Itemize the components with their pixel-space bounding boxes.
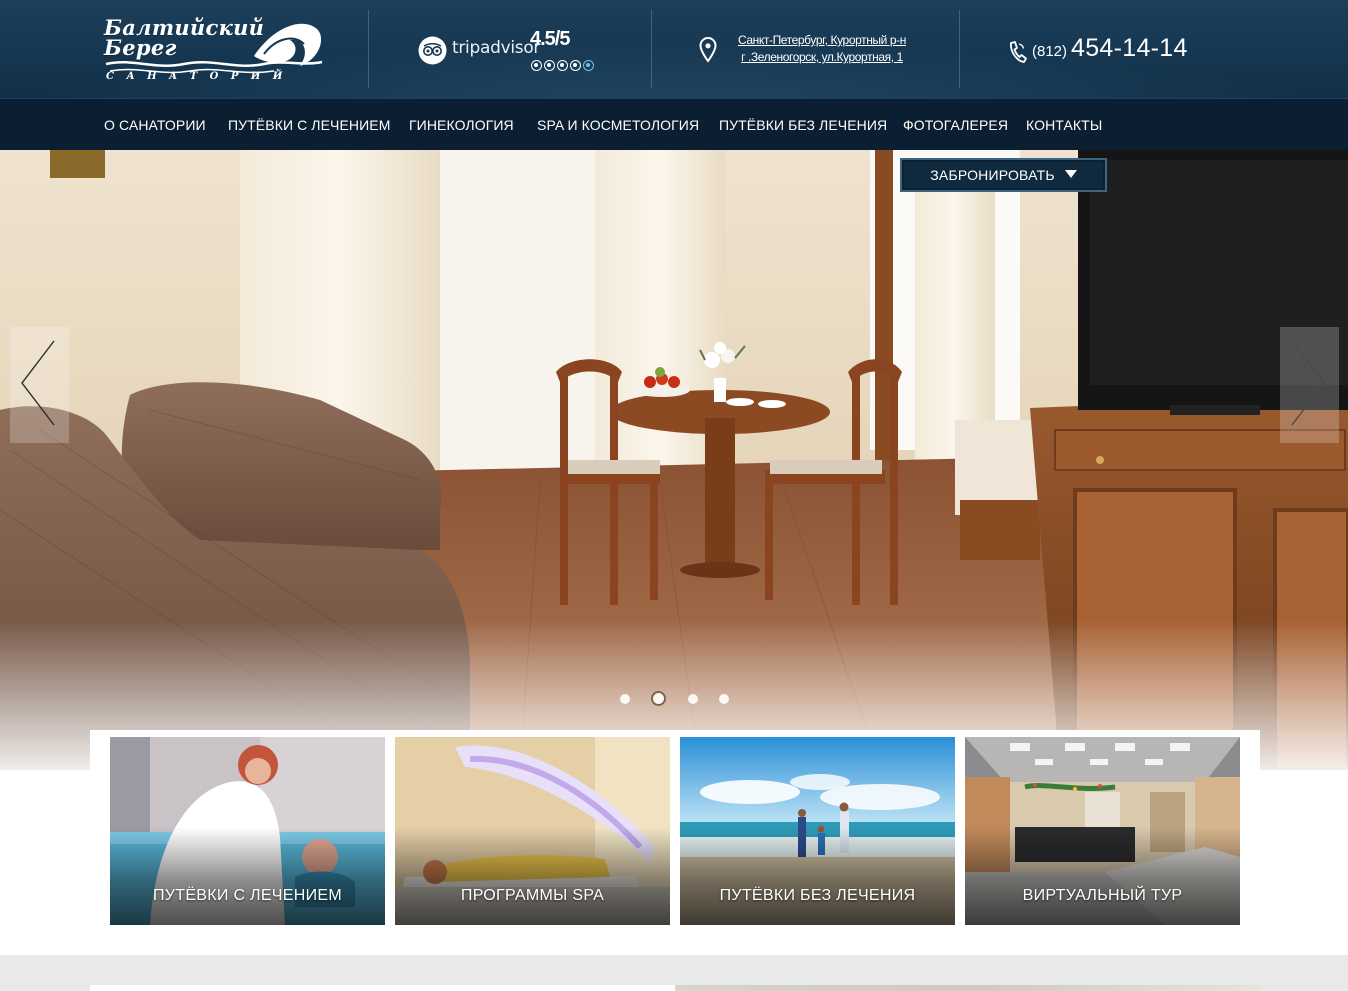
header-divider bbox=[651, 10, 652, 88]
phone-icon bbox=[1010, 41, 1027, 63]
card-shade bbox=[965, 827, 1240, 925]
main-nav: О САНАТОРИИ ПУТЁВКИ С ЛЕЧЕНИЕМ ГИНЕКОЛОГ… bbox=[0, 98, 1348, 150]
card-label: ВИРТУАЛЬНЫЙ ТУР bbox=[1022, 887, 1183, 904]
site-header: Балтийский Берег САНАТОРИЙ tripadvisor 4… bbox=[0, 0, 1348, 98]
card-shade bbox=[395, 827, 670, 925]
phone-number[interactable]: 454-14-14 bbox=[1071, 34, 1188, 63]
rating-dot bbox=[531, 60, 542, 71]
card-shade bbox=[680, 827, 955, 925]
tripadvisor-rating-dots bbox=[531, 60, 594, 71]
slider-dot[interactable] bbox=[688, 694, 698, 704]
booking-label: ЗАБРОНИРОВАТЬ bbox=[930, 167, 1055, 183]
card-label: ПУТЁВКИ С ЛЕЧЕНИЕМ bbox=[152, 887, 343, 904]
card-virtual-tour[interactable]: ВИРТУАЛЬНЫЙ ТУР bbox=[965, 737, 1240, 925]
logo-title: Балтийский Берег bbox=[104, 15, 265, 60]
sanatorium-logo[interactable]: Балтийский Берег САНАТОРИЙ bbox=[104, 16, 326, 88]
header-divider bbox=[368, 10, 369, 88]
phone-code: (812) bbox=[1032, 43, 1068, 60]
header-divider bbox=[959, 10, 960, 88]
slider-prev-button[interactable] bbox=[10, 327, 69, 443]
tripadvisor-owl-icon[interactable] bbox=[418, 36, 447, 65]
next-section-image bbox=[675, 985, 1260, 991]
rating-dot-half bbox=[583, 60, 594, 71]
address-block[interactable]: Санкт-Петербург, Курортный р-н г .Зелено… bbox=[722, 32, 922, 66]
card-shade bbox=[110, 827, 385, 925]
rating-dot bbox=[557, 60, 568, 71]
caret-down-icon bbox=[1064, 170, 1077, 178]
card-label: ПУТЁВКИ БЕЗ ЛЕЧЕНИЯ bbox=[719, 887, 916, 904]
nav-item-photo-gallery[interactable]: ФОТОГАЛЕРЕЯ bbox=[903, 117, 1008, 133]
map-pin-icon bbox=[699, 37, 717, 63]
tripadvisor-name[interactable]: tripadvisor bbox=[452, 38, 540, 58]
booking-dropdown-button[interactable]: ЗАБРОНИРОВАТЬ bbox=[900, 158, 1107, 192]
nav-item-contacts[interactable]: КОНТАКТЫ bbox=[1026, 117, 1102, 133]
hero-slider bbox=[0, 150, 1348, 770]
nav-item-tours-no-treatment[interactable]: ПУТЁВКИ БЕЗ ЛЕЧЕНИЯ bbox=[719, 117, 887, 133]
next-section-panel bbox=[90, 985, 675, 991]
nav-item-about[interactable]: О САНАТОРИИ bbox=[104, 117, 206, 133]
nav-item-gynecology[interactable]: ГИНЕКОЛОГИЯ bbox=[409, 117, 514, 133]
card-tours-no-treatment[interactable]: ПУТЁВКИ БЕЗ ЛЕЧЕНИЯ bbox=[680, 737, 955, 925]
chevron-right-icon bbox=[1291, 340, 1325, 426]
logo-subtitle: САНАТОРИЙ bbox=[106, 71, 295, 82]
card-treatment-tours[interactable]: ПУТЁВКИ С ЛЕЧЕНИЕМ bbox=[110, 737, 385, 925]
card-spa-programs[interactable]: ПРОГРАММЫ SPA bbox=[395, 737, 670, 925]
tripadvisor-rating: 4.5/5 bbox=[530, 28, 570, 50]
slider-next-button[interactable] bbox=[1280, 327, 1339, 443]
nav-item-treatment-tours[interactable]: ПУТЁВКИ С ЛЕЧЕНИЕМ bbox=[228, 117, 390, 133]
slider-dot-active[interactable] bbox=[651, 691, 666, 706]
card-label: ПРОГРАММЫ SPA bbox=[460, 887, 605, 904]
nav-item-spa-cosmetology[interactable]: SPA И КОСМЕТОЛОГИЯ bbox=[537, 117, 699, 133]
rating-dot bbox=[570, 60, 581, 71]
rating-dot bbox=[544, 60, 555, 71]
slider-dot[interactable] bbox=[620, 694, 630, 704]
address-line-2[interactable]: г .Зеленогорск, ул.Курортная, 1 bbox=[722, 49, 922, 66]
address-line-1[interactable]: Санкт-Петербург, Курортный р-н bbox=[722, 32, 922, 49]
chevron-left-icon bbox=[21, 340, 55, 426]
slider-dot[interactable] bbox=[719, 694, 729, 704]
